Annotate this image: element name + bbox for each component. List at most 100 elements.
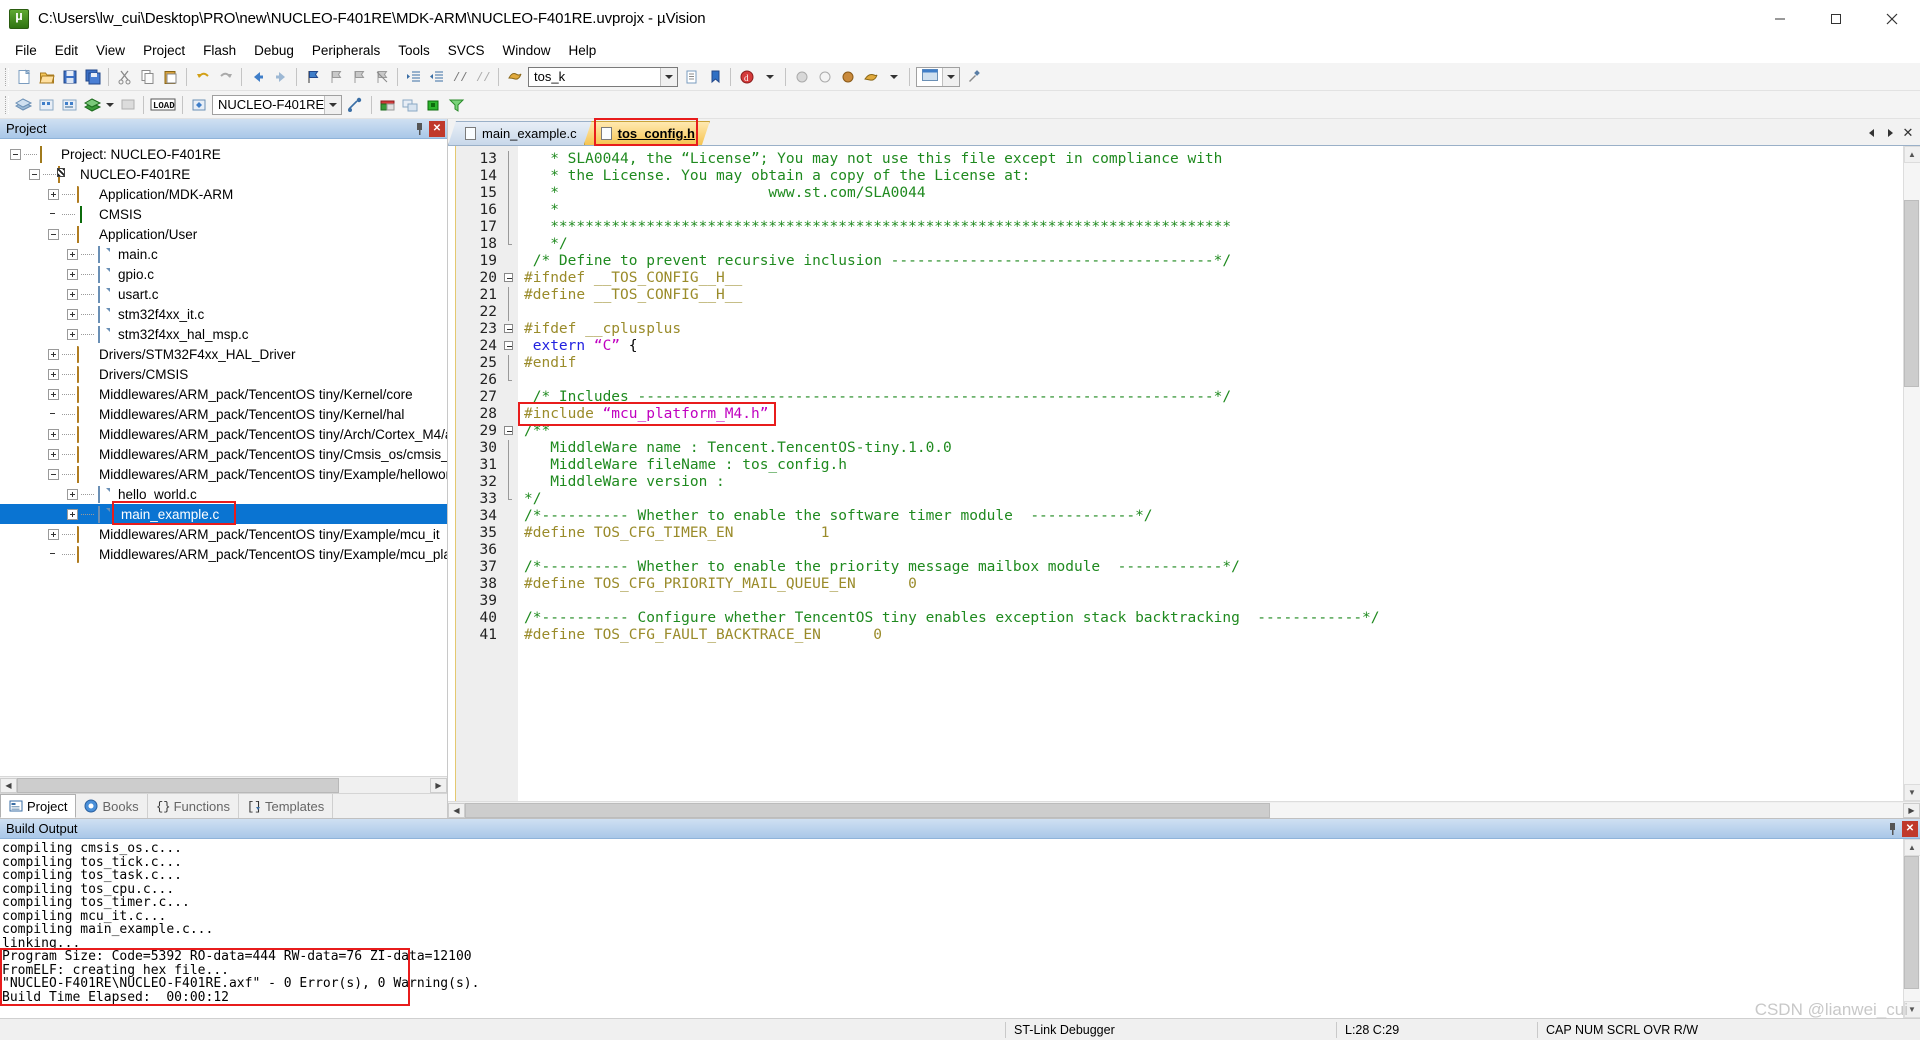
- bookmark-blue-icon[interactable]: [703, 66, 726, 88]
- save-icon[interactable]: [58, 66, 81, 88]
- target-options-icon[interactable]: [344, 94, 367, 116]
- search-input[interactable]: tos_k: [528, 66, 678, 87]
- expand-icon[interactable]: [67, 248, 78, 260]
- fold-marker[interactable]: [502, 491, 518, 508]
- paste-icon[interactable]: [159, 66, 182, 88]
- code-line[interactable]: [524, 542, 1903, 559]
- tab-project[interactable]: Project: [0, 794, 77, 818]
- scroll-up-icon[interactable]: ▲: [1903, 839, 1920, 856]
- menu-svcs[interactable]: SVCS: [439, 40, 494, 61]
- code-text[interactable]: * SLA0044, the “License”; You may not us…: [518, 146, 1903, 801]
- indent-icon[interactable]: [402, 66, 425, 88]
- code-editor[interactable]: 13 14 15 16 17 18 19 20 21 22 23 24 25 26 27 28 29 30 31 32…: [448, 146, 1920, 801]
- menu-file[interactable]: File: [6, 40, 46, 61]
- code-line[interactable]: /* Includes ----------------------------…: [524, 389, 1903, 406]
- tree-item[interactable]: Middlewares/ARM_pack/TencentOS tiny/Kern…: [0, 404, 447, 424]
- cut-icon[interactable]: [113, 66, 136, 88]
- close-icon[interactable]: ✕: [429, 120, 445, 137]
- fold-marker[interactable]: [502, 304, 518, 321]
- code-line[interactable]: #endif: [524, 355, 1903, 372]
- expand-icon[interactable]: [48, 188, 59, 200]
- expand-icon[interactable]: [48, 368, 59, 380]
- menu-peripherals[interactable]: Peripherals: [303, 40, 389, 61]
- code-line[interactable]: MiddleWare fileName : tos_config.h: [524, 457, 1903, 474]
- code-line[interactable]: #define TOS_CFG_FAULT_BACKTRACE_EN 0: [524, 627, 1903, 644]
- collapse-icon[interactable]: [48, 468, 59, 480]
- scroll-left-icon[interactable]: ◀: [0, 777, 17, 793]
- pin-icon[interactable]: [1884, 821, 1900, 837]
- tree-item[interactable]: gpio.c: [0, 264, 447, 284]
- chevron-right-icon[interactable]: [1882, 125, 1898, 141]
- tree-item[interactable]: NUCLEO-F401RE: [0, 164, 447, 184]
- fold-marker[interactable]: [502, 321, 518, 338]
- tree-item[interactable]: Middlewares/ARM_pack/TencentOS tiny/Cmsi…: [0, 444, 447, 464]
- tree-item[interactable]: usart.c: [0, 284, 447, 304]
- editor-tabstrip[interactable]: main_example.c tos_config.h ✕: [448, 118, 1920, 146]
- project-tree[interactable]: Project: NUCLEO-F401RE NUCLEO-F401RE Appli…: [0, 139, 447, 776]
- browse-dropdown-icon[interactable]: [680, 66, 703, 88]
- chevron-left-icon[interactable]: [1864, 125, 1880, 141]
- editor-vscrollbar[interactable]: ▲ ▼: [1903, 146, 1920, 801]
- code-line[interactable]: */: [524, 491, 1903, 508]
- navigate-back-icon[interactable]: [246, 66, 269, 88]
- expand-icon[interactable]: [48, 388, 59, 400]
- scroll-up-icon[interactable]: ▲: [1903, 146, 1920, 163]
- vscroll-thumb[interactable]: [1903, 200, 1919, 387]
- close-button[interactable]: [1864, 0, 1920, 37]
- tab-books[interactable]: Books: [76, 794, 148, 818]
- dropdown-arrow-icon[interactable]: [104, 94, 116, 116]
- code-line[interactable]: #include “mcu_platform_M4.h”: [524, 406, 1903, 423]
- expand-icon[interactable]: [48, 528, 59, 540]
- expand-icon[interactable]: [48, 448, 59, 460]
- vscroll-track[interactable]: [1903, 163, 1920, 784]
- chevron-down-icon[interactable]: [660, 67, 677, 86]
- tab-templates[interactable]: [] Templates: [239, 794, 334, 818]
- editor-hscrollbar[interactable]: ◀ ▶: [448, 801, 1920, 818]
- target-select-icon[interactable]: [187, 94, 210, 116]
- code-line[interactable]: #ifdef __cplusplus: [524, 321, 1903, 338]
- code-line[interactable]: *: [524, 202, 1903, 219]
- menu-edit[interactable]: Edit: [46, 40, 87, 61]
- chevron-down-icon[interactable]: [942, 67, 959, 86]
- tree-item[interactable]: Middlewares/ARM_pack/TencentOS tiny/Kern…: [0, 384, 447, 404]
- collapse-icon[interactable]: [10, 148, 21, 160]
- build-output-text[interactable]: compiling cmsis_os.c... compiling tos_tic…: [0, 839, 1903, 1018]
- code-line[interactable]: /*---------- Whether to enable the prior…: [524, 559, 1903, 576]
- close-icon[interactable]: ✕: [1902, 820, 1918, 837]
- fold-marker[interactable]: [502, 593, 518, 610]
- fold-marker[interactable]: [502, 406, 518, 423]
- code-line[interactable]: /*---------- Whether to enable the softw…: [524, 508, 1903, 525]
- tree-item[interactable]: hello_world.c: [0, 484, 447, 504]
- fold-marker[interactable]: [502, 287, 518, 304]
- copy-icon[interactable]: [136, 66, 159, 88]
- multi-project-icon[interactable]: [399, 94, 422, 116]
- debug-start-icon[interactable]: d: [735, 66, 758, 88]
- fold-marker[interactable]: [502, 168, 518, 185]
- collapse-icon[interactable]: [29, 168, 40, 180]
- code-line[interactable]: /*---------- Configure whether TencentOS…: [524, 610, 1903, 627]
- fold-marker[interactable]: [502, 355, 518, 372]
- code-line[interactable]: MiddleWare name : Tencent.TencentOS-tiny…: [524, 440, 1903, 457]
- expand-icon[interactable]: [67, 308, 78, 320]
- fold-marker[interactable]: [502, 185, 518, 202]
- bookmark-prev-icon[interactable]: [324, 66, 347, 88]
- fold-marker[interactable]: [502, 542, 518, 559]
- manage-runtime-icon[interactable]: [376, 94, 399, 116]
- tree-item[interactable]: Drivers/STM32F4xx_HAL_Driver: [0, 344, 447, 364]
- bookmark-toggle-icon[interactable]: [301, 66, 324, 88]
- target-combo[interactable]: NUCLEO-F401RE: [212, 94, 343, 115]
- outdent-icon[interactable]: [425, 66, 448, 88]
- code-line[interactable]: ****************************************…: [524, 219, 1903, 236]
- expand-icon[interactable]: [48, 348, 59, 360]
- load-icon[interactable]: LOAD: [148, 94, 178, 116]
- menu-view[interactable]: View: [87, 40, 134, 61]
- scroll-down-icon[interactable]: ▼: [1903, 784, 1920, 801]
- hscroll-track[interactable]: [465, 802, 1903, 818]
- code-inner[interactable]: 13 14 15 16 17 18 19 20 21 22 23 24 25 26 27 28 29 30 31 32…: [456, 146, 1903, 801]
- dropdown-arrow-icon[interactable]: [882, 66, 905, 88]
- editor-tab-main-example-c[interactable]: main_example.c: [448, 121, 592, 145]
- expand-icon[interactable]: [67, 288, 78, 300]
- fold-marker[interactable]: [502, 525, 518, 542]
- tree-item-selected[interactable]: main_example.c: [0, 504, 447, 524]
- pin-icon[interactable]: [411, 121, 427, 137]
